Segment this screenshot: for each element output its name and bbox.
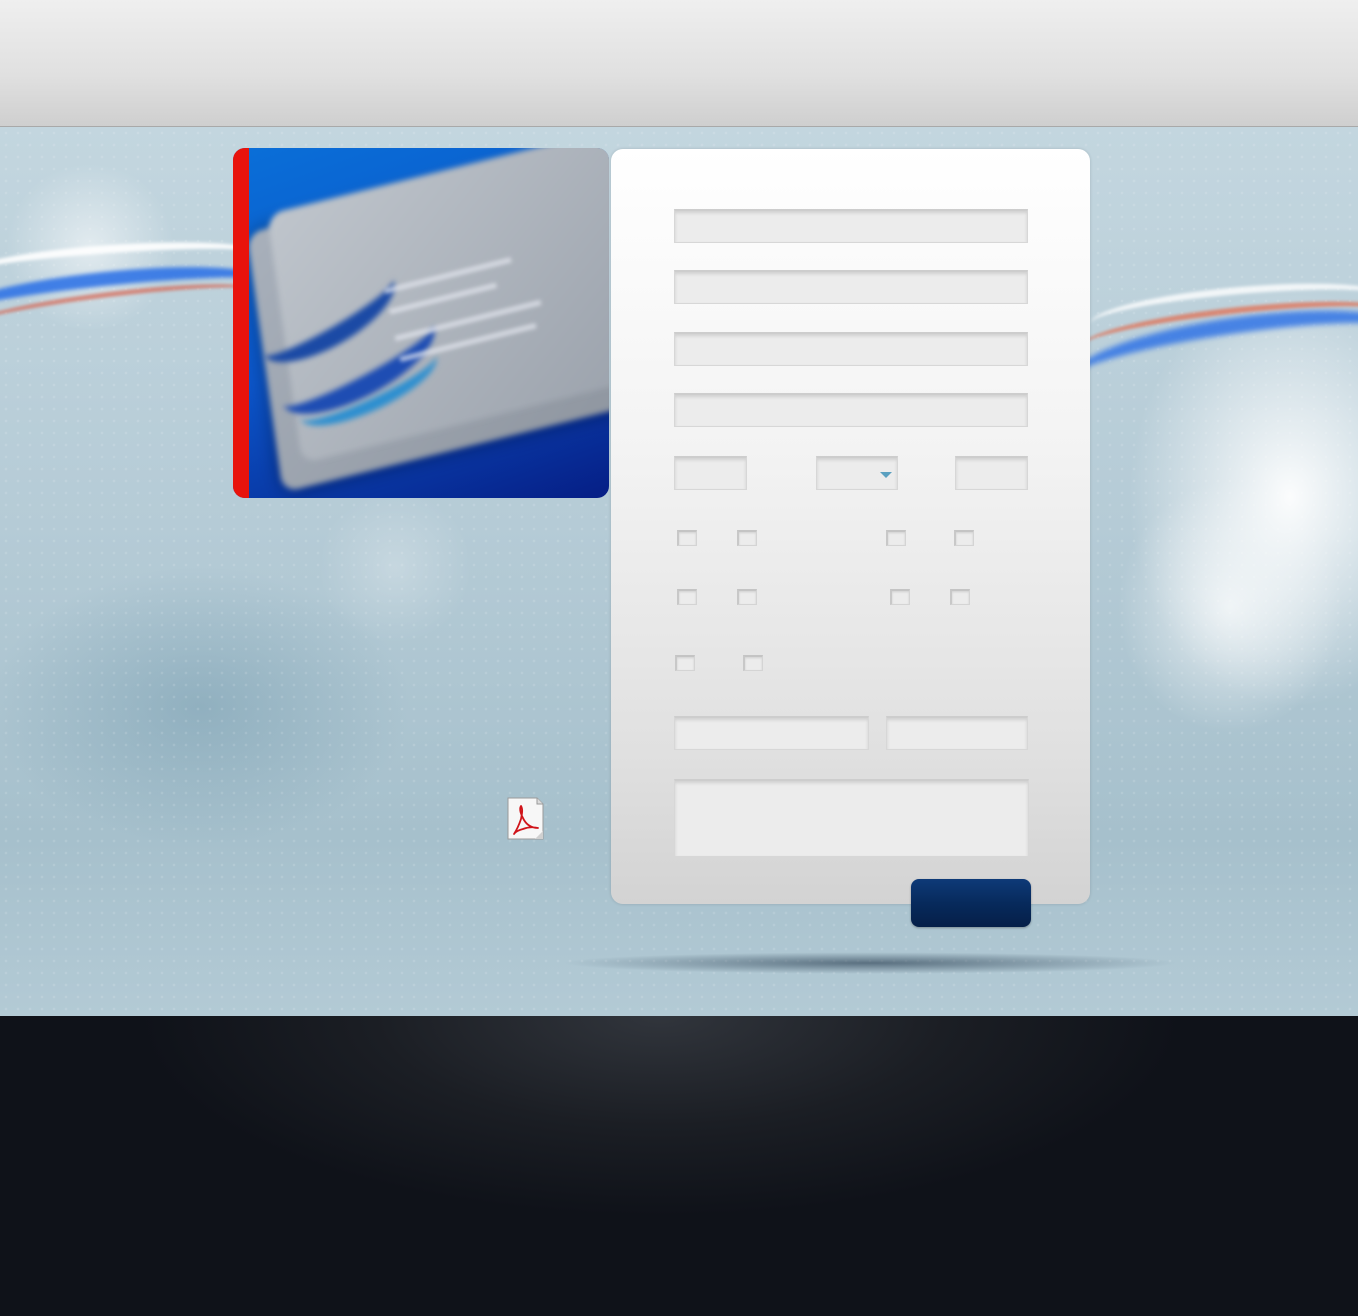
text-field-1[interactable] [674, 209, 1028, 243]
dropdown-select[interactable] [816, 456, 898, 490]
checkbox[interactable] [886, 530, 906, 546]
checkbox[interactable] [675, 655, 695, 671]
checkbox[interactable] [737, 589, 757, 605]
short-field-left[interactable] [674, 456, 747, 490]
top-header-bar [0, 0, 1358, 127]
text-field-3[interactable] [674, 332, 1028, 366]
chevron-down-icon [880, 472, 892, 478]
checkbox[interactable] [677, 530, 697, 546]
checkbox[interactable] [950, 589, 970, 605]
text-field-4[interactable] [674, 393, 1028, 427]
checkbox[interactable] [677, 589, 697, 605]
checkbox[interactable] [737, 530, 757, 546]
checkbox[interactable] [890, 589, 910, 605]
text-field-wide-left[interactable] [674, 716, 869, 750]
panel-drop-shadow [560, 952, 1180, 974]
pdf-document-icon[interactable] [507, 797, 544, 840]
business-card-photo [233, 148, 609, 498]
checkbox[interactable] [743, 655, 763, 671]
text-field-2[interactable] [674, 270, 1028, 304]
checkbox[interactable] [954, 530, 974, 546]
short-field-right[interactable] [955, 456, 1028, 490]
submit-button[interactable] [911, 879, 1031, 927]
message-textarea[interactable] [674, 779, 1029, 857]
text-field-wide-right[interactable] [886, 716, 1028, 750]
red-accent-bar [233, 148, 249, 498]
footer [0, 1016, 1358, 1316]
